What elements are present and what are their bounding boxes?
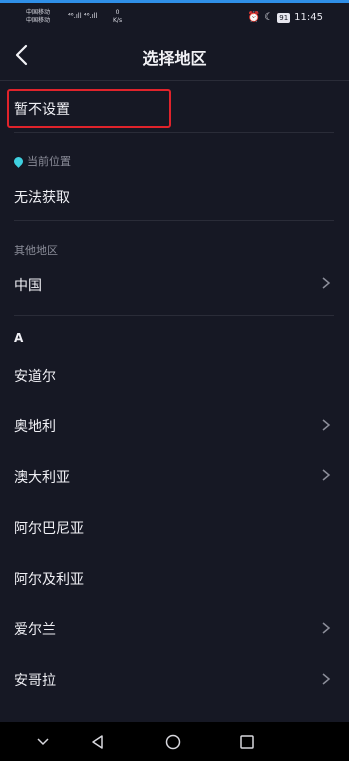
other-regions-label: 其他地区 bbox=[14, 244, 58, 257]
recents-square-icon[interactable] bbox=[238, 733, 256, 751]
region-item[interactable]: 安哥拉 bbox=[14, 670, 334, 690]
selection-highlight bbox=[7, 89, 171, 128]
chevron-down-icon[interactable] bbox=[34, 733, 52, 751]
moon-icon: ☾ bbox=[264, 12, 274, 23]
current-location-text: 当前位置 bbox=[27, 155, 71, 168]
chevron-right-icon bbox=[322, 419, 331, 431]
region-item-china[interactable]: 中国 bbox=[14, 275, 334, 295]
header-divider bbox=[0, 80, 349, 81]
signal-icon: ⁴⁶.ıll ⁴⁶.ıll bbox=[68, 12, 98, 20]
region-item[interactable]: 奥地利 bbox=[14, 416, 334, 436]
region-item[interactable]: 阿尔及利亚 bbox=[14, 569, 334, 589]
speed-value: 0 bbox=[115, 9, 120, 16]
region-item[interactable]: 安道尔 bbox=[14, 366, 334, 386]
divider bbox=[14, 132, 334, 133]
current-location-value[interactable]: 无法获取 bbox=[14, 187, 334, 207]
alarm-icon: ⏰ bbox=[247, 12, 261, 23]
divider bbox=[14, 220, 334, 221]
back-triangle-icon[interactable] bbox=[89, 733, 107, 751]
location-pin-icon bbox=[12, 155, 25, 168]
status-right: ⏰ ☾ 91 11:45 bbox=[248, 12, 323, 23]
page-title: 选择地区 bbox=[142, 49, 207, 68]
chevron-right-icon bbox=[322, 673, 331, 685]
region-item[interactable]: 爱尔兰 bbox=[14, 619, 334, 639]
network-speed: 0 K/s bbox=[113, 9, 122, 25]
speed-unit: K/s bbox=[113, 17, 123, 24]
carrier-1: 中国移动 bbox=[26, 9, 51, 16]
chevron-right-icon bbox=[322, 277, 331, 289]
chevron-right-icon bbox=[322, 469, 331, 481]
section-letter-a: A bbox=[14, 331, 24, 345]
carrier-2: 中国移动 bbox=[26, 17, 51, 24]
region-item[interactable]: 阿尔巴尼亚 bbox=[14, 518, 334, 538]
region-item[interactable]: 澳大利亚 bbox=[14, 467, 334, 487]
chevron-right-icon bbox=[322, 622, 331, 634]
navigation-header: 选择地区 bbox=[0, 33, 349, 79]
status-time: 11:45 bbox=[294, 12, 323, 23]
battery-icon: 91 bbox=[277, 12, 291, 23]
status-bar: 中国移动 中国移动 ⁴⁶.ıll ⁴⁶.ıll 0 K/s ⏰ ☾ 91 11:… bbox=[0, 3, 349, 33]
system-navigation-bar bbox=[0, 722, 349, 761]
current-location-label: 当前位置 bbox=[12, 153, 71, 169]
home-circle-icon[interactable] bbox=[164, 733, 182, 751]
divider bbox=[14, 315, 334, 316]
carrier-info: 中国移动 中国移动 bbox=[26, 9, 50, 25]
